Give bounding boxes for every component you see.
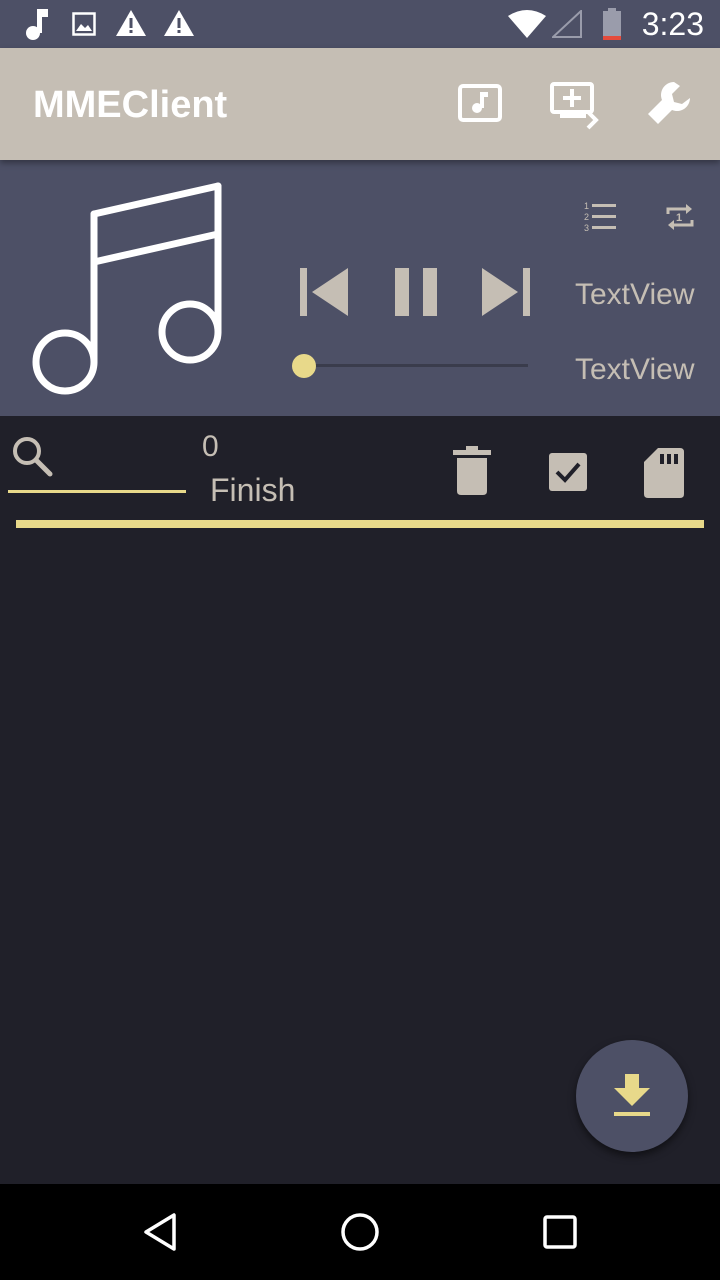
skip-previous-icon[interactable]	[298, 266, 350, 318]
music-library-icon[interactable]	[454, 78, 506, 130]
seek-thumb[interactable]	[292, 354, 316, 378]
list-toolbar: 0 Finish	[0, 416, 720, 528]
app-title: MMEClient	[33, 84, 228, 126]
home-icon[interactable]	[340, 1212, 380, 1252]
navigation-bar	[0, 1184, 720, 1280]
svg-text:3: 3	[584, 223, 589, 233]
wifi-icon	[508, 10, 546, 38]
status-bar: 3:23	[0, 0, 720, 48]
search-input[interactable]	[8, 490, 186, 493]
warning-icon	[164, 10, 194, 36]
clock: 3:23	[641, 6, 704, 42]
select-all-icon[interactable]	[548, 452, 588, 492]
music-notes-icon	[32, 182, 222, 395]
sd-card-icon[interactable]	[642, 446, 686, 498]
add-to-queue-icon[interactable]	[548, 78, 600, 130]
svg-text:1: 1	[584, 201, 589, 211]
svg-text:1: 1	[676, 212, 682, 224]
pause-icon[interactable]	[392, 266, 440, 318]
recents-icon[interactable]	[542, 1214, 578, 1250]
cellular-icon	[552, 10, 582, 38]
seek-bar[interactable]	[304, 364, 528, 367]
music-note-icon	[26, 9, 48, 40]
app-bar: MMEClient	[0, 48, 720, 160]
back-icon[interactable]	[142, 1212, 178, 1252]
battery-icon	[603, 8, 621, 40]
search-icon[interactable]	[10, 434, 54, 478]
playlist-numbered-icon[interactable]: 1 2 3	[584, 200, 618, 234]
download-icon	[614, 1074, 650, 1116]
skip-next-icon[interactable]	[480, 266, 532, 318]
list-progress-bar	[16, 520, 704, 528]
item-count: 0	[202, 430, 219, 463]
settings-wrench-icon[interactable]	[644, 78, 696, 130]
delete-icon[interactable]	[450, 446, 494, 496]
time-text: TextView	[575, 353, 695, 386]
warning-icon	[116, 10, 146, 36]
track-text: TextView	[575, 278, 695, 311]
image-icon	[72, 12, 96, 36]
status-text: Finish	[210, 472, 296, 508]
player-panel: 1 2 3 1 TextView TextView	[0, 160, 720, 416]
svg-text:2: 2	[584, 212, 589, 222]
download-button[interactable]	[576, 1040, 688, 1152]
repeat-one-icon[interactable]: 1	[664, 200, 696, 234]
